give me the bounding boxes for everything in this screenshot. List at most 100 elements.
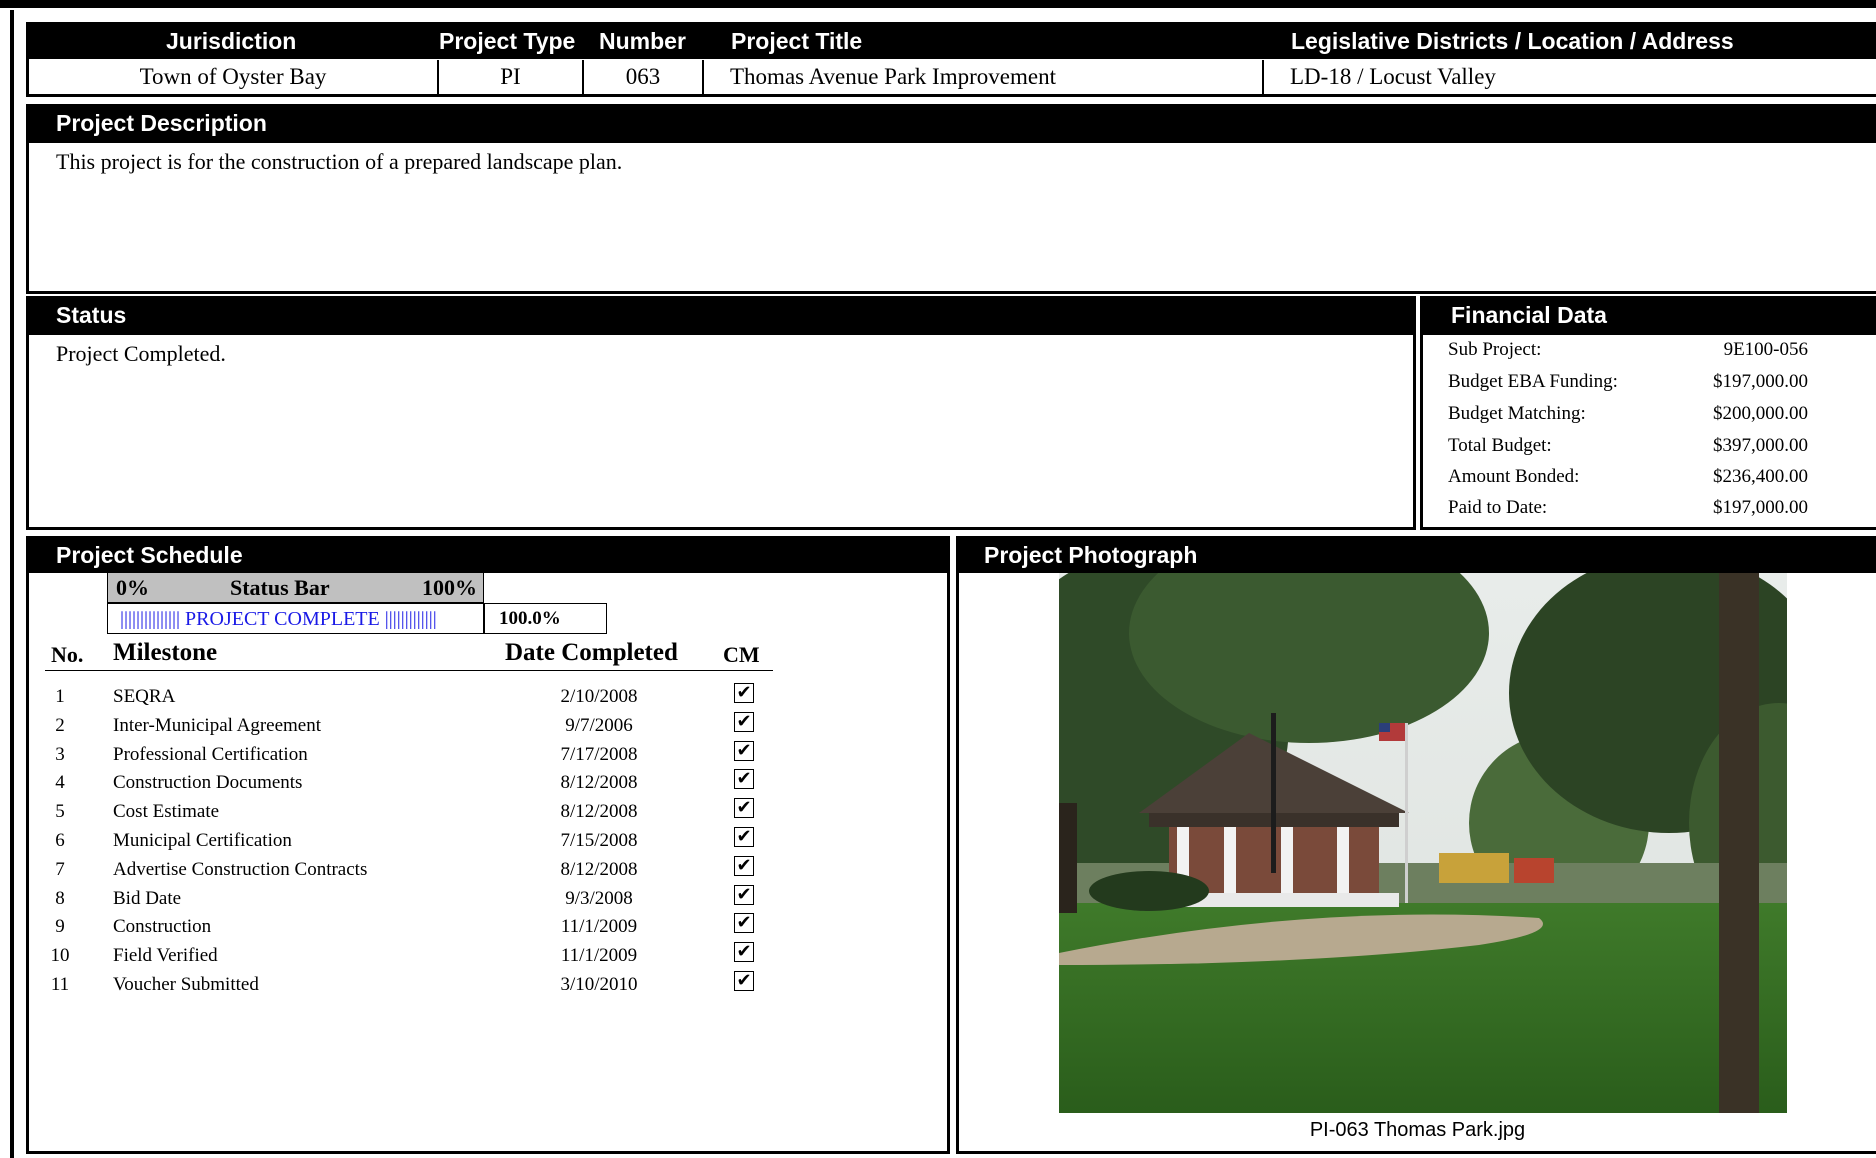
milestone-row: 1 SEQRA 2/10/2008 ✔ — [29, 682, 809, 710]
milestone-date: 8/12/2008 — [560, 772, 638, 794]
status-heading: Status — [56, 302, 127, 328]
photo-caption: PI-063 Thomas Park.jpg — [1309, 1119, 1526, 1141]
cell-divider — [702, 60, 704, 94]
financial-heading: Financial Data — [1451, 302, 1607, 328]
milestone-name: Voucher Submitted — [113, 974, 259, 995]
milestone-name: Cost Estimate — [113, 801, 220, 823]
photograph-section: Project Photograph PI-063 Thomas Park.jp… — [956, 536, 1876, 1154]
cm-checkbox[interactable]: ✔ — [734, 683, 754, 703]
financial-section: Financial Data Sub Project: 9E100-056 Bud… — [1420, 296, 1876, 530]
col-location: Legislative Districts / Location / Addre… — [1291, 28, 1734, 54]
milestone-date: 8/12/2008 — [560, 801, 638, 823]
milestone-number: 2 — [55, 714, 65, 736]
cm-checkbox[interactable]: ✔ — [734, 913, 754, 934]
milestone-name: Professional Certification — [113, 743, 308, 765]
status-text: Project Completed. — [56, 341, 226, 366]
number-value: 063 — [625, 64, 661, 89]
milestone-number: 3 — [55, 743, 65, 765]
page-top-rule — [0, 0, 1876, 8]
cell-divider — [1262, 60, 1264, 94]
status-bar-fill: ||||||||||||||| PROJECT COMPLETE |||||||… — [120, 609, 437, 629]
cm-checkbox[interactable]: ✔ — [734, 942, 754, 963]
milestone-number: 6 — [55, 830, 65, 851]
status-bar-max: 100% — [422, 575, 477, 600]
schedule-section: Project Schedule 0% Status Bar 100% ||||… — [26, 536, 950, 1154]
description-text: This project is for the construction of … — [56, 149, 623, 174]
col-project-title: Project Title — [731, 28, 863, 54]
photograph-heading: Project Photograph — [984, 542, 1198, 568]
milestone-number: 11 — [50, 974, 70, 995]
milestone-row: 5 Cost Estimate 8/12/2008 ✔ — [29, 797, 809, 825]
milestone-row: 2 Inter-Municipal Agreement 9/7/2006 ✔ — [29, 711, 809, 739]
col-date-completed: Date Completed — [505, 639, 678, 666]
milestone-date: 9/3/2008 — [565, 887, 633, 909]
header-table-value-row: Town of Oyster Bay PI 063 Thomas Avenue … — [29, 60, 1876, 94]
milestone-date: 2/10/2008 — [560, 686, 638, 707]
milestone-name: Field Verified — [113, 945, 218, 967]
col-no: No. — [51, 642, 84, 667]
cm-checkbox[interactable]: ✔ — [734, 971, 754, 991]
col-number: Number — [599, 28, 686, 54]
milestone-name: Construction — [113, 916, 212, 938]
photograph-heading-bar: Project Photograph — [959, 539, 1876, 573]
header-table: Jurisdiction Project Type Number Project… — [26, 22, 1876, 97]
cm-checkbox[interactable]: ✔ — [734, 740, 754, 761]
milestone-row: 11 Voucher Submitted 3/10/2010 ✔ — [29, 970, 809, 998]
milestone-number: 7 — [55, 858, 65, 880]
description-heading-bar: Project Description — [29, 107, 1876, 143]
jurisdiction-value: Town of Oyster Bay — [139, 64, 327, 89]
cm-checkbox[interactable]: ✔ — [734, 827, 754, 847]
col-jurisdiction: Jurisdiction — [166, 28, 297, 54]
page-left-rule — [10, 10, 14, 1158]
milestone-row: 6 Municipal Certification 7/15/2008 ✔ — [29, 826, 809, 854]
milestone-row: 3 Professional Certification 7/17/2008 ✔ — [29, 740, 809, 768]
description-section: Project Description This project is for … — [26, 104, 1876, 294]
milestone-date: 7/15/2008 — [560, 830, 638, 851]
status-section: Status Project Completed. — [26, 296, 1416, 530]
milestone-name: Inter-Municipal Agreement — [113, 714, 322, 736]
milestone-row: 4 Construction Documents 8/12/2008 ✔ — [29, 768, 809, 796]
cm-checkbox[interactable]: ✔ — [734, 798, 754, 819]
header-table-heading-row: Jurisdiction Project Type Number Project… — [29, 25, 1876, 59]
col-cm: CM — [723, 642, 760, 667]
location-value: LD-18 / Locust Valley — [1290, 64, 1496, 89]
milestone-row: 9 Construction 11/1/2009 ✔ — [29, 912, 809, 940]
project-type-value: PI — [500, 64, 521, 89]
milestone-header-rule — [45, 670, 773, 671]
milestone-date: 11/1/2009 — [560, 945, 638, 967]
schedule-heading: Project Schedule — [56, 542, 243, 568]
milestone-date: 7/17/2008 — [560, 743, 638, 765]
milestone-number: 10 — [50, 945, 70, 967]
milestone-date: 8/12/2008 — [560, 858, 638, 880]
milestone-name: Advertise Construction Contracts — [113, 858, 368, 880]
milestone-number: 1 — [55, 686, 65, 707]
status-bar-min: 0% — [116, 575, 149, 600]
financial-heading-bar: Financial Data — [1423, 299, 1876, 335]
milestone-name: Bid Date — [113, 887, 182, 909]
milestone-row: 8 Bid Date 9/3/2008 ✔ — [29, 884, 809, 912]
milestone-number: 8 — [55, 887, 65, 909]
status-bar-title: Status Bar — [230, 575, 330, 600]
schedule-heading-bar: Project Schedule — [29, 539, 947, 573]
cm-checkbox[interactable]: ✔ — [734, 884, 754, 905]
status-bar-percent: 100.0% — [484, 603, 607, 634]
project-photo — [1059, 573, 1787, 1113]
milestone-date: 9/7/2006 — [565, 714, 633, 736]
project-title-value: Thomas Avenue Park Improvement — [730, 64, 1056, 89]
status-bar-track: ||||||||||||||| PROJECT COMPLETE |||||||… — [107, 603, 484, 634]
cm-checkbox[interactable]: ✔ — [734, 769, 754, 790]
milestone-name: Construction Documents — [113, 772, 303, 794]
description-heading: Project Description — [56, 110, 267, 136]
cm-checkbox[interactable]: ✔ — [734, 711, 754, 732]
milestone-number: 9 — [55, 916, 65, 938]
col-milestone: Milestone — [113, 639, 218, 666]
cm-checkbox[interactable]: ✔ — [734, 855, 754, 876]
status-bar-scale: 0% Status Bar 100% — [107, 572, 484, 603]
milestone-name: SEQRA — [113, 686, 176, 707]
milestone-number: 4 — [55, 772, 65, 794]
milestone-date: 11/1/2009 — [560, 916, 638, 938]
milestone-number: 5 — [55, 801, 65, 823]
milestone-row: 7 Advertise Construction Contracts 8/12/20… — [29, 855, 809, 883]
milestone-name: Municipal Certification — [113, 830, 292, 851]
col-project-type: Project Type — [439, 28, 576, 54]
